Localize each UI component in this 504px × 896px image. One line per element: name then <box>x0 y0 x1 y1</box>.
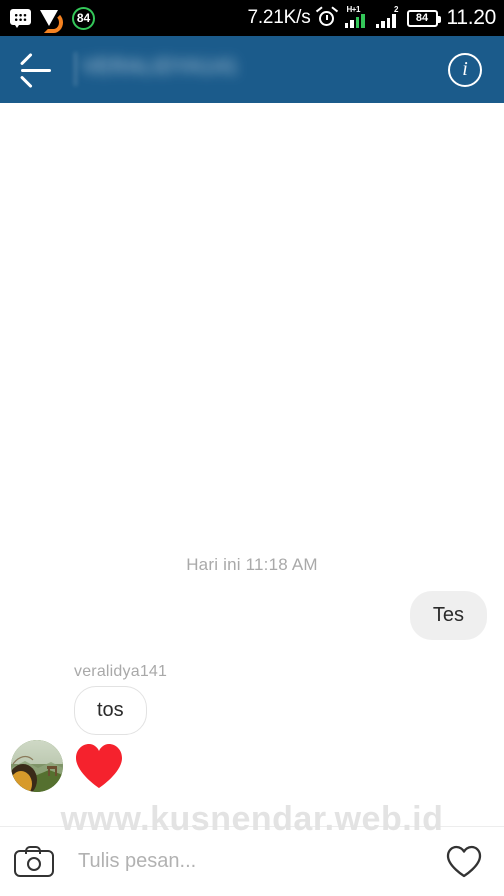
mail-icon <box>40 9 63 33</box>
message-heart-sticker[interactable] <box>74 743 124 791</box>
day-separator-label: Hari ini 11:18 AM <box>186 555 318 574</box>
camera-icon[interactable] <box>14 846 54 877</box>
network-speed-label: 7.21K/s <box>247 7 311 28</box>
status-bar-left-icons: 84 <box>10 6 95 33</box>
clock-label: 11.20 <box>446 6 497 29</box>
alarm-icon <box>315 6 338 28</box>
like-heart-icon[interactable] <box>446 845 482 879</box>
info-icon[interactable]: i <box>448 52 482 87</box>
app-bar: VERALIDYA141 i <box>0 36 504 103</box>
status-bar-right-icons: 7.21K/s H+1 2 84 11.20 <box>247 5 497 30</box>
message-bubble-outgoing[interactable]: Tes <box>409 591 487 640</box>
battery-icon: 84 <box>406 9 441 27</box>
bbm-icon <box>10 8 31 28</box>
conversation-title[interactable]: VERALIDYA141 <box>74 51 448 86</box>
data-type-label: H+1 <box>346 5 361 14</box>
sim-badge-label: 2 <box>394 5 399 14</box>
message-bubble-incoming[interactable]: tos <box>74 686 147 735</box>
heart-outline-icon <box>446 845 482 877</box>
signal-strength-icon: 2 <box>375 5 400 29</box>
heart-icon <box>76 744 122 788</box>
avatar-image <box>11 740 63 792</box>
status-bar: 84 7.21K/s H+1 2 84 11.20 <box>0 0 504 36</box>
conversation-thread: Hari ini 11:18 AM Tes veralidya141 tos <box>0 103 504 826</box>
conversation-title-label: VERALIDYA141 <box>82 54 239 78</box>
battery-percent-label: 84 <box>415 11 429 24</box>
battery-saver-icon: 84 <box>72 6 95 30</box>
avatar[interactable] <box>11 740 63 792</box>
message-sender-label: veralidya141 <box>74 663 168 680</box>
mobile-data-icon: H+1 <box>344 5 369 29</box>
back-arrow-icon[interactable] <box>16 50 56 90</box>
message-input-bar <box>0 826 504 896</box>
message-input[interactable] <box>76 849 446 874</box>
